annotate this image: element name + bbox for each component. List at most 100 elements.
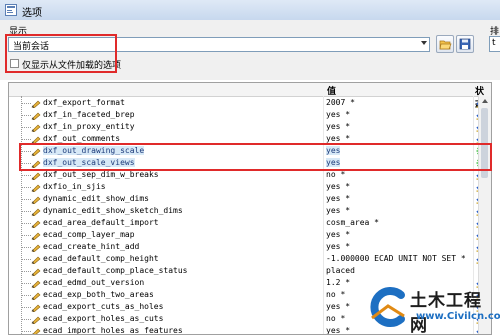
tree-branch-line bbox=[21, 271, 31, 272]
option-edit-icon bbox=[31, 148, 41, 156]
tree-branch-line bbox=[21, 199, 31, 200]
option-value[interactable]: yes * bbox=[326, 134, 350, 143]
tree-branch-line bbox=[21, 211, 31, 212]
option-name: ecad_create_hint_add bbox=[43, 242, 140, 251]
sort-select-value: t bbox=[492, 38, 496, 48]
option-edit-icon bbox=[31, 184, 41, 192]
option-value[interactable]: 2007 * bbox=[326, 98, 355, 107]
option-name: dxf_in_proxy_entity bbox=[43, 122, 135, 131]
option-value[interactable]: yes bbox=[326, 146, 341, 155]
option-name: dxf_in_faceted_brep bbox=[43, 110, 135, 119]
chevron-down-icon[interactable] bbox=[421, 41, 427, 45]
table-row[interactable]: ecad_export_cuts_as_holes yes * bbox=[9, 301, 485, 313]
option-edit-icon bbox=[31, 304, 41, 312]
option-edit-icon bbox=[31, 244, 41, 252]
table-row[interactable]: ecad_exp_both_two_areas no * bbox=[9, 289, 485, 301]
save-config-button[interactable] bbox=[456, 35, 474, 53]
value-column-header: 值 bbox=[327, 87, 337, 97]
option-edit-icon bbox=[31, 172, 41, 180]
option-name: dynamic_edit_show_sketch_dims bbox=[43, 206, 183, 215]
options-table: 值 状态 dxf_export_format 2007 * dxf_in_facet… bbox=[8, 82, 492, 335]
tree-branch-line bbox=[21, 103, 31, 104]
option-value[interactable]: yes bbox=[326, 158, 341, 167]
table-row[interactable]: dxf_out_sep_dim_w_breaks no * bbox=[9, 169, 485, 181]
option-value[interactable]: cosm_area * bbox=[326, 218, 379, 227]
tree-branch-line bbox=[21, 307, 31, 308]
table-row[interactable]: ecad_export_holes_as_cuts no * bbox=[9, 313, 485, 325]
option-value[interactable]: yes * bbox=[326, 326, 350, 334]
option-value[interactable]: yes * bbox=[326, 122, 350, 131]
tree-branch-line bbox=[21, 247, 31, 248]
save-icon bbox=[459, 38, 471, 50]
option-name: ecad_exp_both_two_areas bbox=[43, 290, 154, 299]
option-name: ecad_export_cuts_as_holes bbox=[43, 302, 164, 311]
option-value[interactable]: no * bbox=[326, 314, 345, 323]
table-row[interactable]: dxf_out_scale_views yes bbox=[9, 157, 485, 169]
option-value[interactable]: yes * bbox=[326, 302, 350, 311]
table-row[interactable]: ecad_default_comp_place_status placed bbox=[9, 265, 475, 277]
vertical-scrollbar[interactable] bbox=[478, 96, 491, 334]
tree-branch-line bbox=[21, 319, 31, 320]
show-file-options-label: 仅显示从文件加载的选项 bbox=[22, 61, 122, 71]
option-edit-icon bbox=[31, 232, 41, 240]
option-edit-icon bbox=[31, 280, 41, 288]
tree-branch-line bbox=[21, 187, 31, 188]
scroll-up-icon[interactable] bbox=[482, 99, 488, 103]
open-folder-button[interactable] bbox=[436, 35, 454, 53]
table-row[interactable]: ecad_default_comp_height -1.000000 ECAD U… bbox=[9, 253, 485, 265]
option-edit-icon bbox=[31, 112, 41, 120]
option-value[interactable]: yes * bbox=[326, 242, 350, 251]
option-name: dxfio_in_sjis bbox=[43, 182, 106, 191]
option-edit-icon bbox=[31, 220, 41, 228]
option-value[interactable]: yes * bbox=[326, 194, 350, 203]
table-row[interactable]: dxf_in_faceted_brep yes * bbox=[9, 109, 485, 121]
option-name: ecad_comp_layer_map bbox=[43, 230, 135, 239]
table-row[interactable]: ecad_comp_layer_map yes * bbox=[9, 229, 485, 241]
tree-branch-line bbox=[21, 283, 31, 284]
table-row[interactable]: dxfio_in_sjis yes * bbox=[9, 181, 485, 193]
option-value[interactable]: placed bbox=[326, 266, 355, 275]
sort-select[interactable]: t bbox=[489, 36, 500, 52]
option-edit-icon bbox=[31, 124, 41, 132]
table-header: 值 状态 bbox=[9, 83, 491, 110]
option-value[interactable]: 1.2 * bbox=[326, 278, 350, 287]
option-value[interactable]: no * bbox=[326, 170, 345, 179]
option-value[interactable]: no * bbox=[326, 290, 345, 299]
show-file-options-checkbox[interactable] bbox=[10, 59, 19, 68]
option-name: ecad_import_holes_as_features bbox=[43, 326, 183, 335]
display-select[interactable]: 当前会话 bbox=[8, 37, 430, 52]
option-value[interactable]: yes * bbox=[326, 230, 350, 239]
table-row[interactable]: dxf_out_comments yes * bbox=[9, 133, 485, 145]
table-row[interactable]: ecad_import_holes_as_features yes * bbox=[9, 325, 485, 335]
app-icon bbox=[5, 4, 17, 16]
title-bar: 选项 bbox=[0, 0, 500, 21]
tree-branch-line bbox=[21, 151, 31, 152]
option-name: ecad_default_comp_height bbox=[43, 254, 159, 263]
option-name: ecad_export_holes_as_cuts bbox=[43, 314, 164, 323]
table-row[interactable]: dxf_export_format 2007 * bbox=[9, 97, 485, 109]
folder-open-icon bbox=[439, 40, 452, 50]
tree-branch-line bbox=[21, 175, 31, 176]
option-name: ecad_edmd_out_version bbox=[43, 278, 145, 287]
option-value[interactable]: yes * bbox=[326, 206, 350, 215]
table-row[interactable]: ecad_create_hint_add yes * bbox=[9, 241, 485, 253]
table-row[interactable]: dynamic_edit_show_sketch_dims yes * bbox=[9, 205, 485, 217]
table-row[interactable]: dxf_out_drawing_scale yes bbox=[9, 145, 485, 157]
tree-branch-line bbox=[21, 331, 31, 332]
table-row[interactable]: dxf_in_proxy_entity yes * bbox=[9, 121, 485, 133]
table-row[interactable]: ecad_area_default_import cosm_area * bbox=[9, 217, 485, 229]
option-value[interactable]: yes * bbox=[326, 182, 350, 191]
option-edit-icon bbox=[32, 328, 41, 334]
option-name: dxf_out_drawing_scale bbox=[43, 146, 145, 155]
table-row[interactable]: ecad_edmd_out_version 1.2 * bbox=[9, 277, 485, 289]
scrollbar-thumb[interactable] bbox=[481, 108, 488, 178]
option-name: ecad_default_comp_place_status bbox=[43, 266, 188, 275]
option-value[interactable]: -1.000000 ECAD UNIT NOT SET * bbox=[326, 254, 466, 263]
option-edit-icon bbox=[31, 160, 41, 168]
table-row[interactable]: dynamic_edit_show_dims yes * bbox=[9, 193, 485, 205]
option-edit-icon bbox=[31, 100, 41, 108]
display-label: 显示 bbox=[9, 27, 28, 37]
option-name: ecad_area_default_import bbox=[43, 218, 159, 227]
option-value[interactable]: yes * bbox=[326, 110, 350, 119]
option-edit-icon bbox=[31, 292, 41, 300]
